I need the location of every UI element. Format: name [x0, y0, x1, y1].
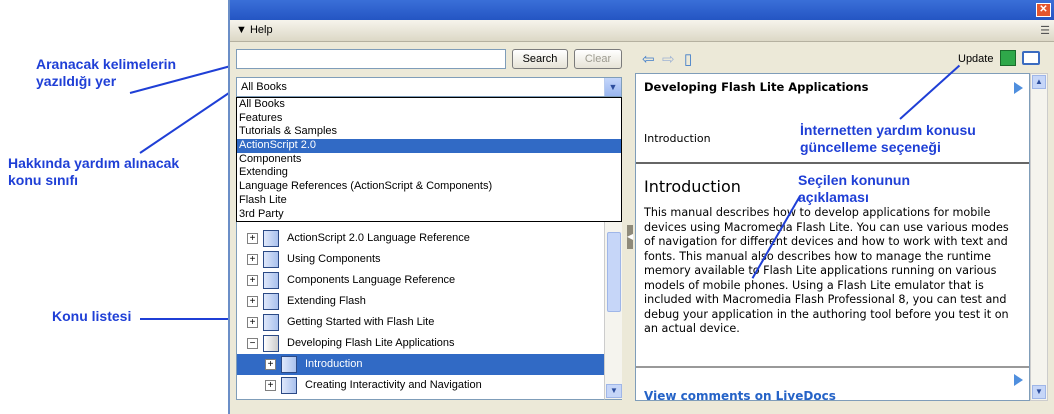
livedocs-link[interactable]: View comments on LiveDocs: [644, 389, 836, 400]
tree-item-label: Getting Started with Flash Lite: [287, 316, 435, 328]
book-select[interactable]: All Books ▼: [236, 77, 622, 97]
tree-item-label: Introduction: [305, 358, 363, 370]
content-body: This manual describes how to develop app…: [644, 206, 1009, 335]
close-icon[interactable]: ✕: [1036, 3, 1051, 17]
annotation-search-area: Aranacak kelimelerin yazıldığı yer: [36, 56, 177, 89]
tree-item[interactable]: + Getting Started with Flash Lite: [237, 312, 604, 333]
toc-scrollbar[interactable]: ▼: [604, 222, 622, 400]
dropdown-option[interactable]: Flash Lite: [237, 194, 621, 208]
back-icon[interactable]: ⇦: [642, 50, 655, 68]
tree-item-selected[interactable]: + Introduction: [237, 354, 604, 375]
tree-item[interactable]: + ActionScript 2.0 Language Reference: [237, 228, 604, 249]
tree-item[interactable]: + Components Language Reference: [237, 270, 604, 291]
annotation-update-option: İnternetten yardım konusu güncelleme seç…: [800, 122, 976, 155]
tree-item[interactable]: − Developing Flash Lite Applications: [237, 333, 604, 354]
book-icon: [263, 314, 279, 331]
tree-item[interactable]: + Extending Flash: [237, 291, 604, 312]
divider: [636, 162, 1029, 164]
topic-tree: + ActionScript 2.0 Language Reference + …: [236, 222, 604, 400]
dropdown-option-selected[interactable]: ActionScript 2.0: [237, 139, 621, 153]
table-of-contents-icon[interactable]: ▯: [684, 50, 692, 68]
update-label[interactable]: Update: [958, 53, 993, 65]
tree-item-label: Creating Interactivity and Navigation: [305, 379, 482, 391]
expand-icon[interactable]: +: [247, 296, 258, 307]
section-heading: Introduction: [644, 177, 741, 196]
expand-icon[interactable]: +: [265, 359, 276, 370]
dropdown-option[interactable]: Features: [237, 112, 621, 126]
breadcrumb[interactable]: Introduction: [644, 132, 711, 145]
book-icon: [281, 377, 297, 394]
annotation-topic-list: Konu listesi: [52, 308, 132, 324]
tree-item-label: ActionScript 2.0 Language Reference: [287, 232, 470, 244]
book-select-value: All Books: [241, 81, 287, 93]
help-header: ▼ Help ☰: [230, 20, 1054, 42]
book-icon: [263, 293, 279, 310]
content-scrollbar[interactable]: ▲ ▼: [1030, 73, 1048, 401]
dropdown-option[interactable]: 3rd Party: [237, 208, 621, 222]
annotation-topic-class: Hakkında yardım alınacak konu sınıfı: [8, 155, 180, 188]
annotation-topic-description: Seçilen konunun açıklaması: [798, 172, 911, 205]
dropdown-option[interactable]: Components: [237, 153, 621, 167]
dropdown-option[interactable]: Extending: [237, 166, 621, 180]
book-icon: [263, 230, 279, 247]
pane-splitter[interactable]: ◀: [625, 45, 635, 405]
scroll-down-icon[interactable]: ▼: [1032, 385, 1046, 399]
chevron-down-icon[interactable]: ▼: [604, 78, 621, 96]
print-icon[interactable]: [1022, 51, 1040, 65]
tree-item-label: Developing Flash Lite Applications: [287, 337, 455, 349]
next-page-icon[interactable]: [1014, 374, 1023, 386]
dropdown-option[interactable]: Language References (ActionScript & Comp…: [237, 180, 621, 194]
document-title: Developing Flash Lite Applications: [644, 80, 869, 94]
scroll-up-icon[interactable]: ▲: [1032, 75, 1046, 89]
dropdown-option[interactable]: All Books: [237, 98, 621, 112]
expand-icon[interactable]: +: [247, 317, 258, 328]
forward-icon[interactable]: ⇨: [662, 50, 675, 68]
options-menu-icon[interactable]: ☰: [1040, 24, 1050, 37]
tree-item[interactable]: + Using Components: [237, 249, 604, 270]
divider: [636, 366, 1029, 368]
tree-item-label: Components Language Reference: [287, 274, 456, 286]
tree-item-label: Extending Flash: [287, 295, 366, 307]
tree-item-label: Using Components: [287, 253, 381, 265]
scrollbar-thumb[interactable]: [607, 232, 621, 312]
tree-item[interactable]: + Creating Interactivity and Navigation: [237, 375, 604, 396]
update-icon[interactable]: [1000, 50, 1016, 66]
book-icon: [263, 251, 279, 268]
expand-icon[interactable]: +: [247, 233, 258, 244]
book-icon: [281, 356, 297, 373]
dropdown-option[interactable]: Tutorials & Samples: [237, 125, 621, 139]
scroll-down-icon[interactable]: ▼: [606, 384, 622, 398]
search-input[interactable]: [236, 49, 506, 69]
arrow-topic-class: [139, 86, 239, 154]
arrow-topic-list: [140, 318, 232, 320]
book-dropdown-list: All Books Features Tutorials & Samples A…: [236, 97, 622, 222]
help-panel: ✕ ▼ Help ☰ Search Clear All Books ▼ All …: [228, 0, 1054, 414]
expand-icon[interactable]: +: [247, 275, 258, 286]
expand-icon[interactable]: +: [247, 254, 258, 265]
book-icon: [263, 272, 279, 289]
clear-button[interactable]: Clear: [574, 49, 622, 69]
collapse-pane-icon[interactable]: ◀: [627, 225, 633, 249]
panel-title[interactable]: ▼ Help: [236, 24, 273, 36]
open-book-icon: [263, 335, 279, 352]
title-bar: ✕: [230, 0, 1054, 20]
next-page-icon[interactable]: [1014, 82, 1023, 94]
expand-icon[interactable]: +: [265, 380, 276, 391]
collapse-icon[interactable]: −: [247, 338, 258, 349]
search-button[interactable]: Search: [512, 49, 568, 69]
